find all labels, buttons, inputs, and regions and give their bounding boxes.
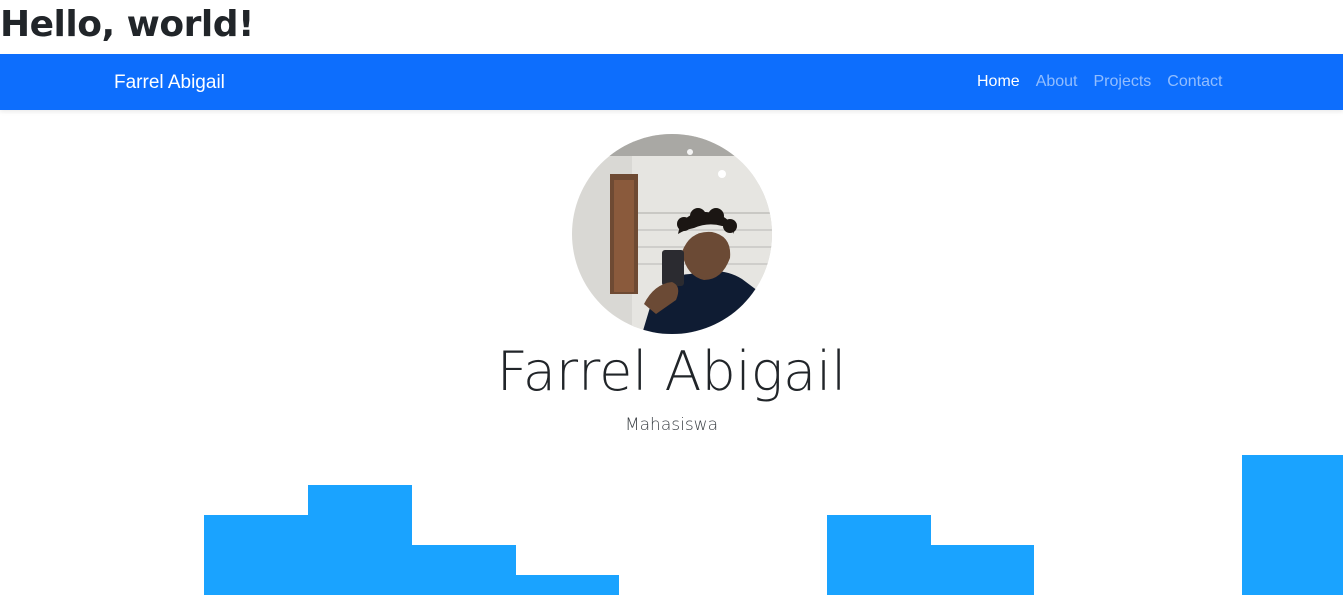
page-heading: Hello, world!: [0, 4, 254, 45]
nav-link-about[interactable]: About: [1028, 54, 1086, 110]
hero-name: Farrel Abigail: [496, 340, 847, 403]
page: Hello, world! Farrel Abigail Home About …: [0, 0, 1343, 595]
navbar: Farrel Abigail Home About Projects Conta…: [0, 54, 1343, 110]
nav-link-contact[interactable]: Contact: [1159, 54, 1230, 110]
wave-shape: [204, 455, 1343, 595]
nav-links: Home About Projects Contact: [969, 54, 1230, 110]
navbar-brand[interactable]: Farrel Abigail: [114, 54, 225, 110]
profile-photo-icon: [572, 134, 772, 334]
avatar: [572, 134, 772, 334]
nav-link-home[interactable]: Home: [969, 54, 1028, 110]
hero-role: Mahasiswa: [624, 415, 719, 435]
nav-link-projects[interactable]: Projects: [1086, 54, 1160, 110]
